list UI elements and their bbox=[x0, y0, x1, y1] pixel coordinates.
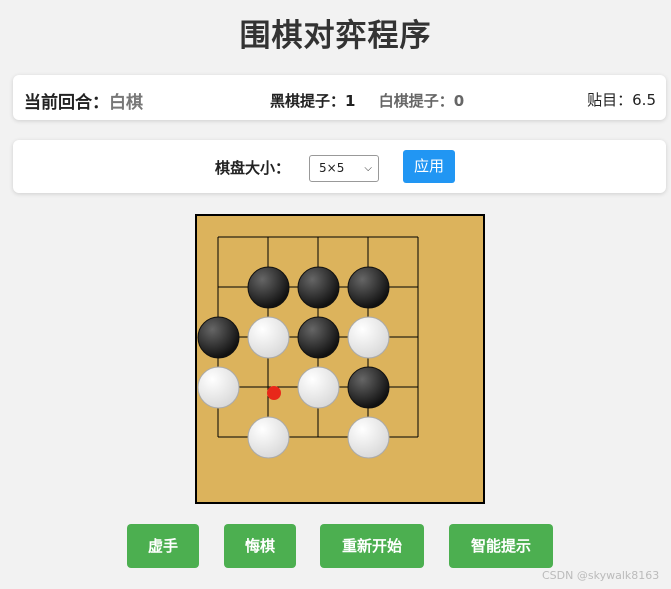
black-captures-value: 1 bbox=[345, 92, 356, 110]
turn-value: 白棋 bbox=[109, 93, 143, 113]
black-stone bbox=[347, 366, 390, 409]
board-size-select[interactable]: 5×5 ⌵ bbox=[309, 155, 379, 182]
white-captures: 白棋提子：0 bbox=[379, 92, 464, 110]
black-stone bbox=[197, 316, 240, 359]
white-stone bbox=[247, 416, 290, 459]
white-stone bbox=[347, 316, 390, 359]
black-stone bbox=[297, 316, 340, 359]
black-captures-label: 黑棋提子： bbox=[270, 92, 346, 110]
white-stone bbox=[197, 366, 240, 409]
page-title: 围棋对弈程序 bbox=[239, 18, 432, 54]
white-stone bbox=[297, 366, 340, 409]
hint-marker bbox=[267, 386, 281, 400]
apply-button[interactable]: 应用 bbox=[403, 150, 455, 183]
white-captures-value: 0 bbox=[453, 92, 465, 110]
pass-button[interactable]: 虚手 bbox=[127, 524, 199, 568]
game-status-panel: 当前回合：白棋 黑棋提子：1 白棋提子：0 贴目：6.5 bbox=[13, 75, 666, 120]
undo-button[interactable]: 悔棋 bbox=[224, 524, 296, 568]
komi-value: 6.5 bbox=[632, 91, 656, 109]
settings-panel: 棋盘大小： 5×5 ⌵ 应用 bbox=[13, 140, 666, 193]
white-stone bbox=[247, 316, 290, 359]
black-stone bbox=[297, 266, 340, 309]
board-size-value: 5×5 bbox=[319, 161, 345, 175]
turn-label: 当前回合： bbox=[24, 93, 109, 113]
restart-button[interactable]: 重新开始 bbox=[320, 524, 424, 568]
go-board[interactable] bbox=[195, 214, 485, 504]
white-stone bbox=[347, 416, 390, 459]
turn-indicator: 当前回合：白棋 bbox=[24, 88, 143, 113]
white-captures-label: 白棋提子： bbox=[378, 92, 454, 110]
chevron-down-icon: ⌵ bbox=[364, 163, 372, 174]
captures-indicator: 黑棋提子：1 白棋提子：0 bbox=[270, 90, 464, 111]
watermark: CSDN @skywalk8163 bbox=[542, 569, 660, 582]
board-canvas[interactable] bbox=[195, 214, 485, 504]
hint-button[interactable]: 智能提示 bbox=[449, 524, 553, 568]
black-stone bbox=[347, 266, 390, 309]
black-stone bbox=[247, 266, 290, 309]
komi-label: 贴目： bbox=[587, 91, 633, 109]
board-size-label: 棋盘大小： bbox=[215, 159, 291, 177]
komi-indicator: 贴目：6.5 bbox=[587, 89, 656, 110]
